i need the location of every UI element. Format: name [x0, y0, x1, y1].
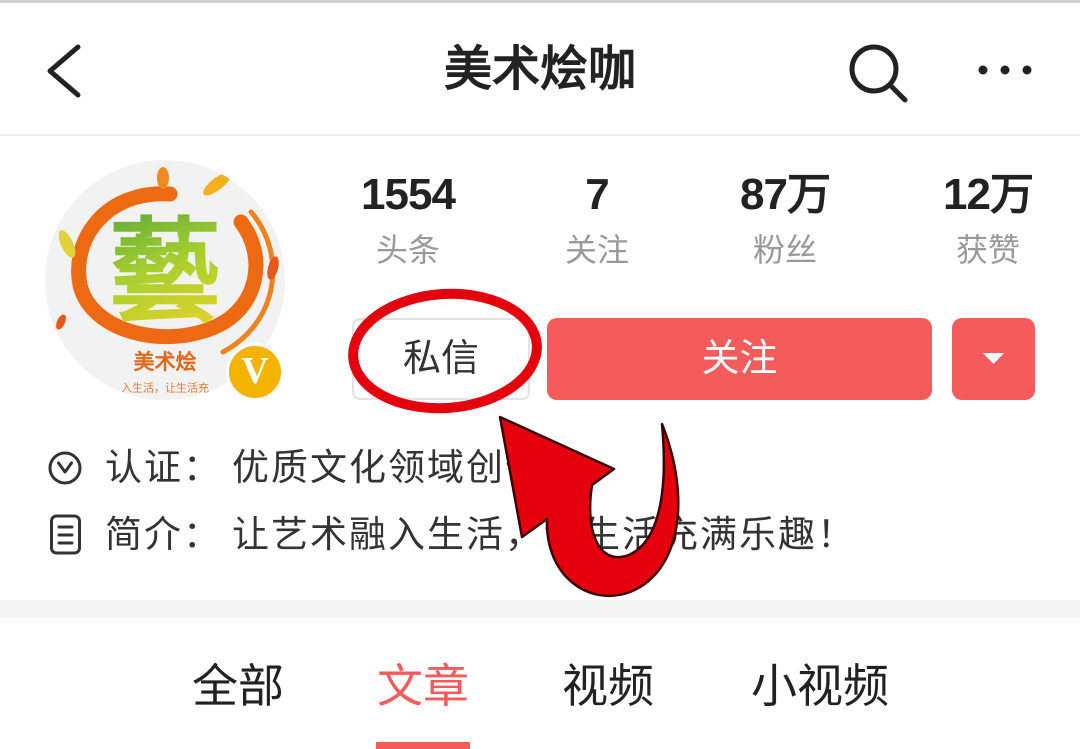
verification-row: 认证： 优质文化领域创作者 [40, 443, 940, 493]
caret-down-icon [983, 353, 1004, 364]
logo-text: 美术烩 [134, 350, 197, 374]
stat-label: 获赞 [955, 232, 1020, 268]
stat-followers[interactable]: 87万 粉丝 [695, 160, 875, 270]
follow-button[interactable]: 关注 [547, 318, 932, 400]
stat-value: 12万 [943, 170, 1034, 219]
verification-value: 优质文化领域创作者 [232, 447, 583, 488]
header-divider [0, 134, 1080, 136]
stat-label: 关注 [564, 232, 629, 268]
stat-value: 1554 [361, 170, 456, 219]
active-tab-indicator [376, 742, 470, 749]
logo-drop [157, 167, 169, 189]
section-separator [0, 600, 1080, 618]
verified-badge-icon: V [226, 343, 284, 401]
message-button[interactable]: 私信 [352, 318, 530, 400]
tab-all[interactable]: 全部 [138, 656, 338, 716]
verification-label: 认证： [105, 447, 222, 488]
search-icon [849, 44, 908, 103]
back-button[interactable] [36, 34, 92, 106]
document-icon [50, 514, 81, 555]
bio-row: 简介： 让艺术融入生活，让生活充满乐趣！ [40, 510, 940, 560]
logo-drop [203, 172, 231, 196]
stat-posts[interactable]: 1554 头条 [318, 160, 498, 270]
top-border [0, 0, 1080, 3]
logo-glyph: 藝 [109, 207, 221, 338]
stat-label: 头条 [375, 232, 440, 268]
page-title: 美术烩咖 [443, 43, 636, 96]
stat-value: 7 [585, 170, 609, 219]
verified-check-icon [48, 451, 82, 485]
more-horizontal-icon [978, 65, 1032, 75]
logo-drop [267, 256, 279, 280]
logo-drop [56, 314, 66, 330]
follow-dropdown-button[interactable] [952, 318, 1035, 400]
bio-label: 简介： [105, 514, 222, 555]
more-button[interactable] [966, 50, 1046, 90]
tab-videos[interactable]: 视频 [508, 656, 708, 716]
bio-value: 让艺术融入生活，让生活充满乐趣！ [232, 514, 856, 555]
tab-short-videos[interactable]: 小视频 [720, 656, 920, 716]
tab-articles[interactable]: 文章 [323, 656, 523, 716]
stat-following[interactable]: 7 关注 [507, 160, 687, 270]
chevron-left-icon [47, 44, 81, 98]
stat-value: 87万 [740, 170, 831, 219]
search-button[interactable] [838, 34, 914, 110]
logo-slogan: 入生活，让生活充 [121, 381, 209, 395]
stat-likes[interactable]: 12万 获赞 [898, 160, 1078, 270]
stat-label: 粉丝 [752, 232, 817, 268]
